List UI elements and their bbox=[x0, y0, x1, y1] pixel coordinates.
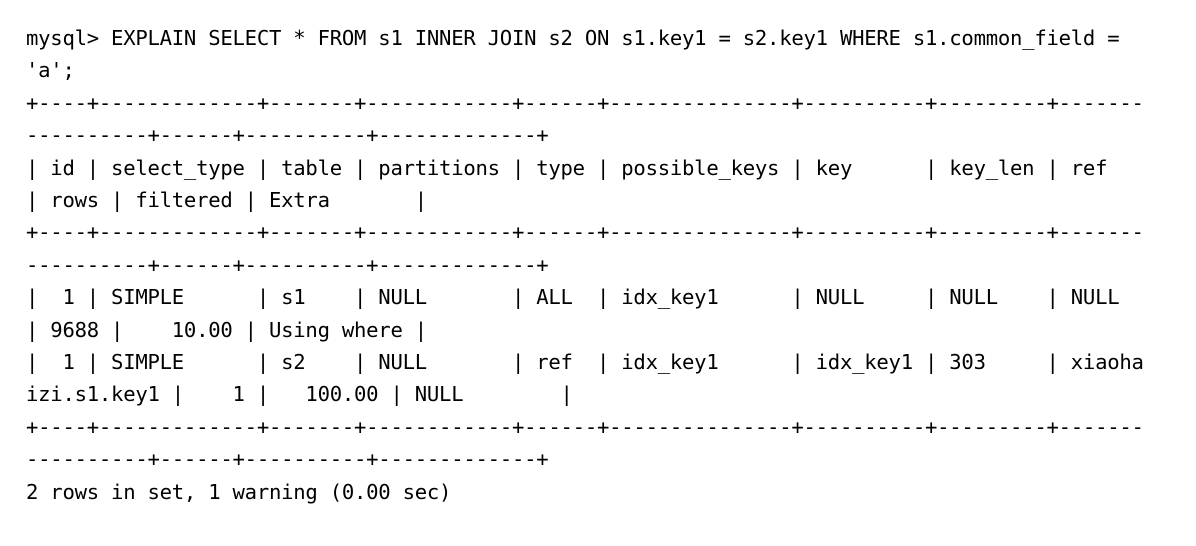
terminal-output: mysql> EXPLAIN SELECT * FROM s1 INNER JO… bbox=[26, 22, 1150, 508]
table-separator-bottom: +----+-------------+-------+------------… bbox=[26, 414, 1144, 472]
table-row: | 1 | SIMPLE | s1 | NULL | ALL | idx_key… bbox=[26, 285, 1120, 342]
command-line: mysql> EXPLAIN SELECT * FROM s1 INNER JO… bbox=[26, 26, 1132, 83]
table-separator-middle: +----+-------------+-------+------------… bbox=[26, 220, 1144, 277]
table-row: | 1 | SIMPLE | s2 | NULL | ref | idx_key… bbox=[26, 350, 1144, 407]
terminal-window[interactable]: mysql> EXPLAIN SELECT * FROM s1 INNER JO… bbox=[0, 0, 1196, 546]
table-separator-top: +----+-------------+-------+------------… bbox=[26, 90, 1144, 148]
table-header-row: | id | select_type | table | partitions … bbox=[26, 155, 1108, 213]
status-line: 2 rows in set, 1 warning (0.00 sec) bbox=[26, 479, 452, 504]
